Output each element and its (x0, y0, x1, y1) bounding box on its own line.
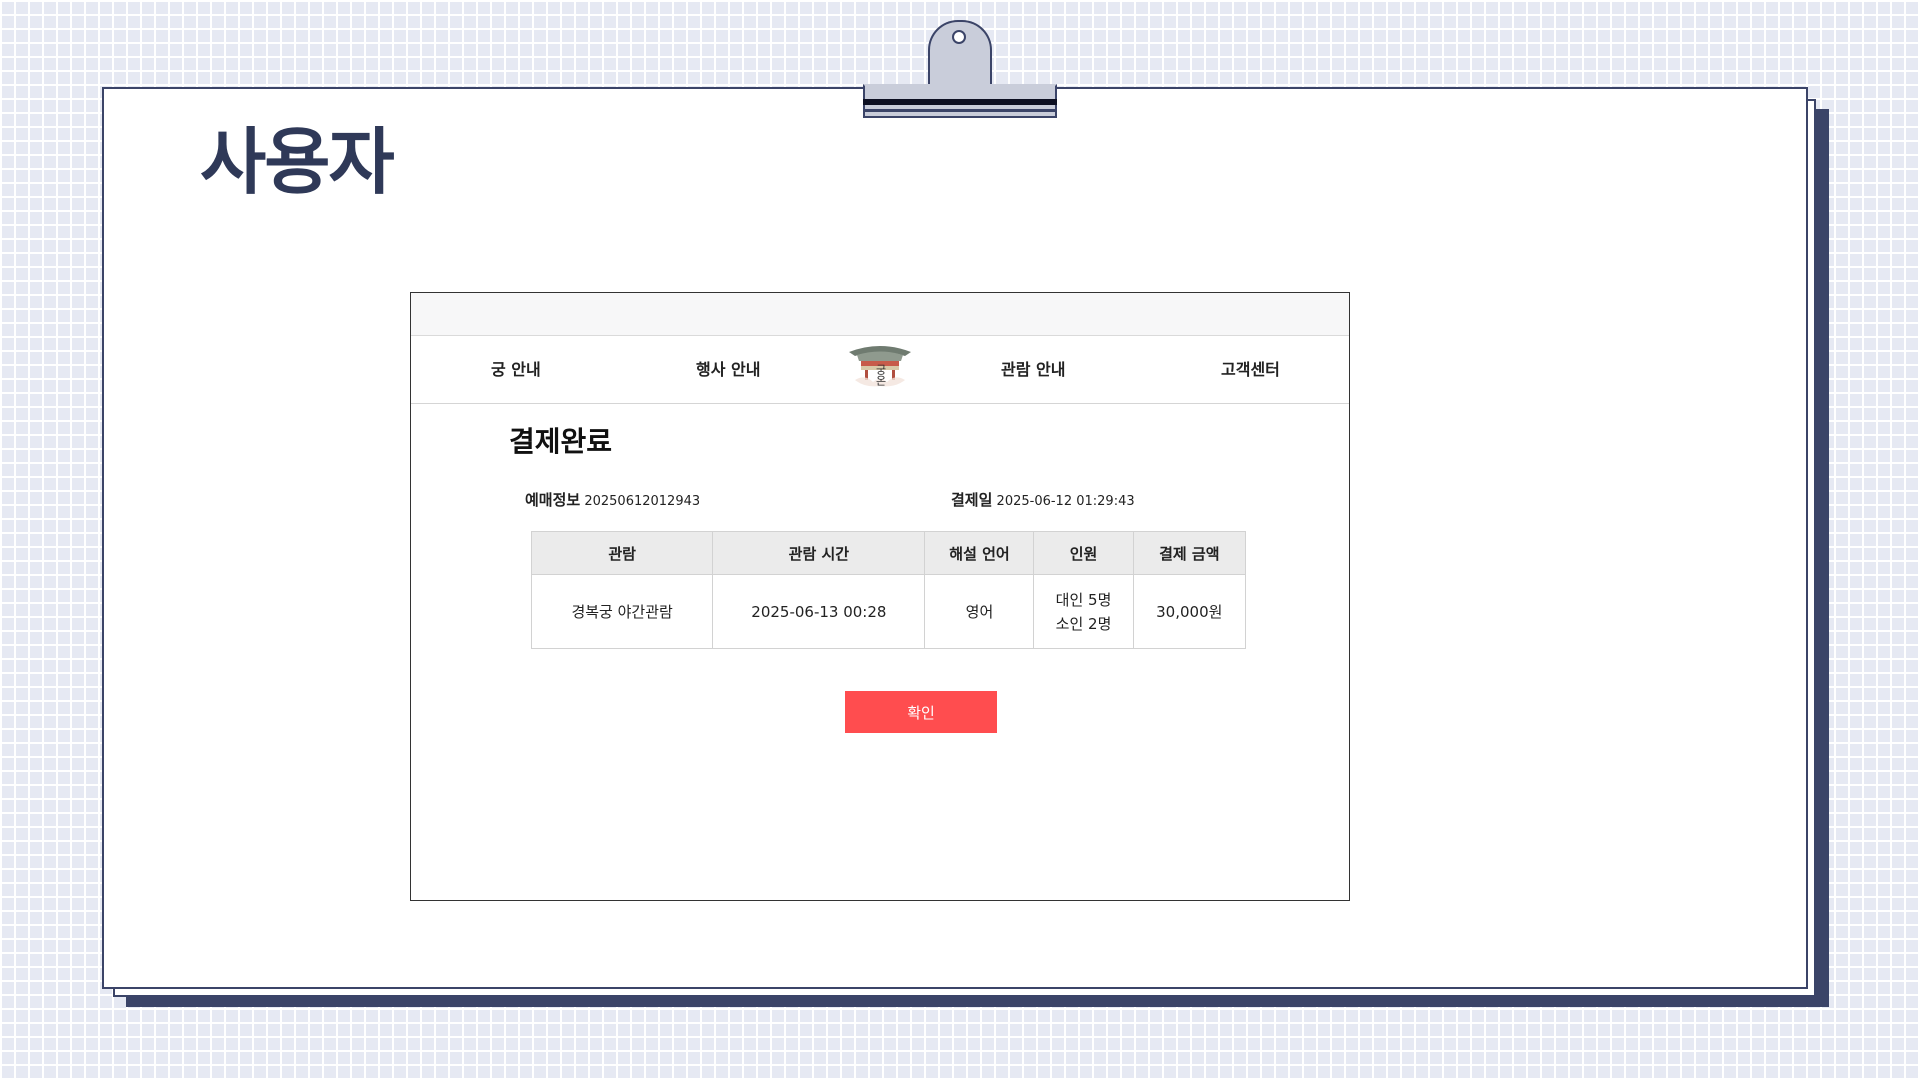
cell-tour: 경복궁 야간관람 (530, 574, 714, 649)
reservation-info: 예매정보 20250612012943 (525, 489, 700, 510)
people-children: 소인 2명 (1055, 614, 1112, 633)
main-navigation: 궁 안내 행사 안내 궁온 관람 안내 고객센터 (411, 336, 1349, 404)
order-summary-table: 관람 관람 시간 해설 언어 인원 결제 금액 경복궁 야간관람 2025-06… (530, 531, 1247, 649)
reservation-number: 20250612012943 (584, 494, 701, 509)
site-logo[interactable]: 궁온 (845, 338, 915, 400)
cell-tour-time: 2025-06-13 00:28 (712, 574, 926, 649)
binder-clip-stripe-thin (863, 109, 1057, 112)
header-tour-time: 관람 시간 (712, 531, 926, 575)
table-header-row: 관람 관람 시간 해설 언어 인원 결제 금액 (530, 531, 1247, 575)
cell-language: 영어 (924, 574, 1035, 649)
payment-date-value: 2025-06-12 01:29:43 (996, 494, 1135, 509)
nav-event-guide[interactable]: 행사 안내 (696, 336, 760, 403)
header-tour: 관람 (530, 531, 714, 575)
nav-visit-guide[interactable]: 관람 안내 (1001, 336, 1065, 403)
payment-date-info: 결제일 2025-06-12 01:29:43 (951, 489, 1135, 510)
binder-clip-stripe (863, 99, 1057, 105)
header-people: 인원 (1033, 531, 1134, 575)
cell-amount: 30,000원 (1132, 574, 1247, 649)
nav-customer-center[interactable]: 고객센터 (1221, 336, 1280, 403)
table-row: 경복궁 야간관람 2025-06-13 00:28 영어 대인 5명 소인 2명… (530, 574, 1247, 649)
cell-people: 대인 5명 소인 2명 (1033, 574, 1134, 649)
reservation-info-label: 예매정보 (525, 491, 581, 509)
people-adults: 대인 5명 (1055, 590, 1112, 609)
binder-clip-hole (952, 30, 966, 44)
slide-heading: 사용자 (200, 120, 395, 204)
site-top-bar (411, 293, 1349, 336)
logo-text: 궁온 (874, 364, 887, 386)
header-language: 해설 언어 (924, 531, 1035, 575)
website-screenshot: 궁 안내 행사 안내 궁온 관람 안내 고객센터 결제완료 예매정보 20250… (410, 292, 1350, 901)
nav-palace-guide[interactable]: 궁 안내 (491, 336, 541, 403)
header-amount: 결제 금액 (1132, 531, 1247, 575)
payment-complete-title: 결제완료 (509, 425, 613, 458)
payment-date-label: 결제일 (951, 491, 993, 509)
confirm-button[interactable]: 확인 (845, 691, 997, 733)
